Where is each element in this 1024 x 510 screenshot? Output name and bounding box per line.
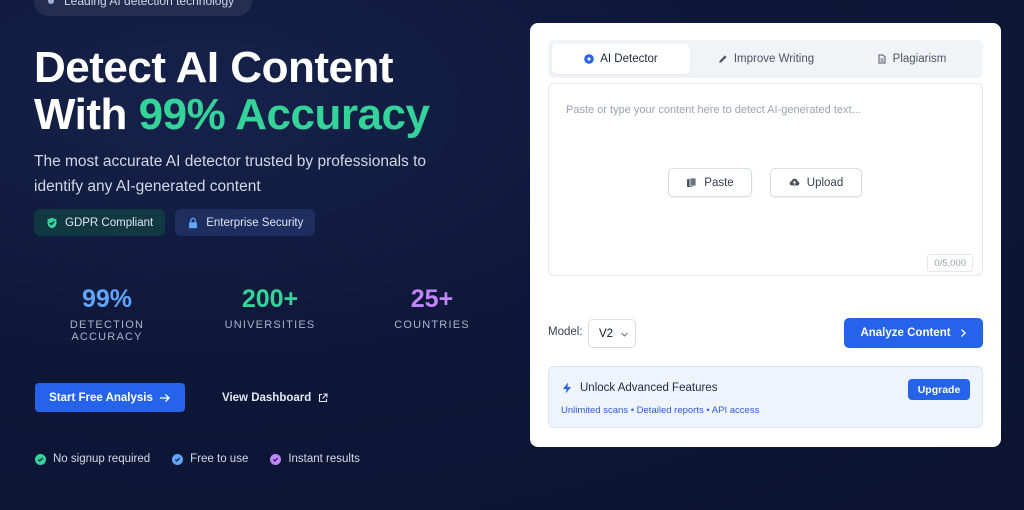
- pill-gdpr: GDPR Compliant: [34, 209, 166, 236]
- detector-tabs: AI Detector Improve Writing Plagiarism: [548, 40, 983, 78]
- hero-title-accent: 99% Accuracy: [138, 90, 430, 139]
- tab-ai-detector-label: AI Detector: [600, 53, 658, 65]
- hero-title-prefix: With: [34, 90, 139, 139]
- badge-dot-icon: [48, 0, 54, 4]
- model-label: Model:: [548, 326, 583, 338]
- chevron-down-icon: [621, 332, 628, 337]
- tab-improve-writing-label: Improve Writing: [733, 53, 815, 65]
- check-circle-icon: [270, 453, 282, 465]
- unlock-title: Unlock Advanced Features: [580, 382, 718, 394]
- hero-title-line1: Detect AI Content: [34, 43, 394, 92]
- stat-universities-value: 200+: [241, 285, 299, 313]
- check-free: Free to use: [172, 453, 248, 465]
- stat-universities-label: UNIVERSITIES: [224, 319, 316, 331]
- check-no-signup: No signup required: [35, 453, 150, 465]
- arrow-right-icon: [159, 393, 170, 402]
- shield-check-icon: [47, 217, 57, 228]
- unlock-features-list: Unlimited scans • Detailed reports • API…: [561, 405, 760, 416]
- check-instant-label: Instant results: [288, 453, 360, 465]
- check-instant: Instant results: [270, 453, 360, 465]
- stat-countries: 25+ COUNTRIES: [386, 283, 478, 331]
- pill-enterprise-security: Enterprise Security: [175, 209, 316, 236]
- editor-placeholder: Paste or type your content here to detec…: [566, 104, 861, 116]
- ai-dot-icon: [584, 54, 595, 64]
- upload-button[interactable]: Upload: [770, 168, 862, 197]
- hero-title: Detect AI Content With 99% Accuracy: [34, 43, 430, 139]
- hero-title-line2: With 99% Accuracy: [34, 90, 430, 139]
- tab-plagiarism[interactable]: Plagiarism: [844, 44, 979, 74]
- tab-plagiarism-label: Plagiarism: [892, 53, 947, 65]
- upload-label: Upload: [806, 176, 844, 189]
- top-badge-text: Leading AI detection technology: [64, 0, 235, 8]
- stats-row: 99% DETECTION ACCURACY 200+ UNIVERSITIES…: [34, 283, 504, 343]
- document-icon: [878, 54, 886, 64]
- lightning-icon: [563, 382, 571, 394]
- paste-label: Paste: [704, 176, 734, 189]
- pill-gdpr-label: GDPR Compliant: [65, 216, 154, 229]
- stat-countries-value: 25+: [410, 285, 454, 313]
- chevron-right-icon: [960, 329, 966, 337]
- stat-accuracy-label: DETECTION ACCURACY: [69, 319, 145, 343]
- clipboard-icon: [687, 177, 697, 187]
- content-textarea[interactable]: Paste or type your content here to detec…: [548, 83, 983, 276]
- paste-button[interactable]: Paste: [668, 168, 752, 197]
- pill-enterprise-label: Enterprise Security: [206, 216, 304, 229]
- start-free-analysis-button[interactable]: Start Free Analysis: [35, 383, 185, 412]
- check-no-signup-label: No signup required: [53, 453, 151, 465]
- unlock-header: Unlock Advanced Features: [562, 382, 717, 394]
- trust-pills: GDPR Compliant Enterprise Security: [34, 209, 316, 236]
- start-free-analysis-label: Start Free Analysis: [49, 391, 153, 404]
- view-dashboard-label: View Dashboard: [222, 391, 312, 404]
- tab-improve-writing[interactable]: Improve Writing: [696, 44, 836, 74]
- upgrade-button[interactable]: Upgrade: [908, 379, 970, 400]
- feature-checks: No signup required Free to use Instant r…: [35, 453, 360, 465]
- cloud-upload-icon: [789, 178, 800, 186]
- tab-ai-detector[interactable]: AI Detector: [552, 44, 690, 74]
- unlock-features-banner: Unlock Advanced Features Unlimited scans…: [548, 366, 983, 428]
- stat-universities: 200+ UNIVERSITIES: [218, 283, 322, 331]
- model-select[interactable]: V2: [588, 319, 636, 348]
- analyze-content-label: Analyze Content: [860, 327, 951, 339]
- stat-accuracy-value: 99%: [81, 285, 133, 313]
- character-counter: 0/5,000: [927, 254, 973, 272]
- check-circle-icon: [172, 453, 184, 465]
- pencil-icon: [719, 55, 727, 63]
- view-dashboard-link[interactable]: View Dashboard: [222, 383, 328, 412]
- top-badge: Leading AI detection technology: [34, 0, 253, 16]
- model-select-value: V2: [599, 327, 614, 340]
- analyze-content-button[interactable]: Analyze Content: [844, 318, 983, 348]
- check-free-label: Free to use: [190, 453, 249, 465]
- detector-card: AI Detector Improve Writing Plagiarism P…: [530, 23, 1001, 447]
- lock-icon: [189, 217, 198, 228]
- stat-countries-label: COUNTRIES: [394, 319, 470, 331]
- hero-subtitle: The most accurate AI detector trusted by…: [34, 153, 427, 195]
- check-circle-icon: [35, 453, 46, 465]
- external-link-icon: [319, 392, 328, 402]
- stat-accuracy: 99% DETECTION ACCURACY: [40, 283, 174, 343]
